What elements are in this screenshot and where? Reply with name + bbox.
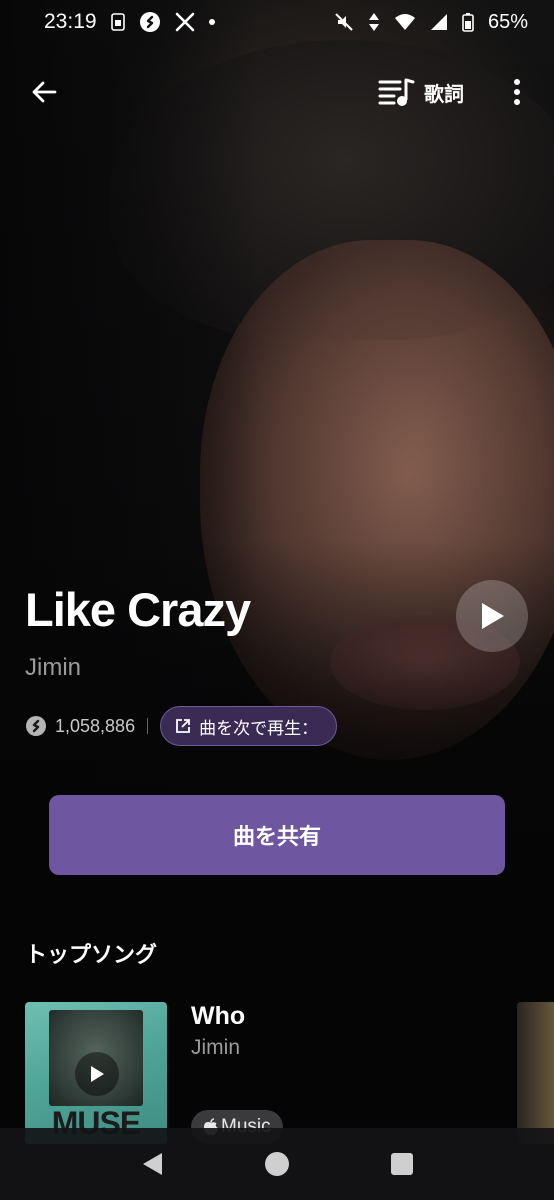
- shazam-count-value: 1,058,886: [55, 715, 136, 736]
- artist-name[interactable]: Jimin: [25, 654, 81, 682]
- status-bar: 23:19 65%: [0, 0, 554, 44]
- top-song-card[interactable]: MUSE Who Jimin Music: [25, 1002, 505, 1144]
- nav-back-button[interactable]: [132, 1144, 172, 1184]
- sim-card-icon: [110, 13, 125, 31]
- play-icon: [482, 603, 504, 629]
- battery-icon: [462, 12, 474, 32]
- shazam-icon: [139, 11, 161, 33]
- notification-dot-icon: [208, 19, 215, 25]
- system-nav-bar: [0, 1128, 554, 1200]
- x-logo-icon: [175, 12, 195, 32]
- signal-icon: [430, 13, 448, 31]
- top-songs-title: トップソング: [25, 943, 158, 968]
- status-right: 65%: [334, 11, 528, 34]
- status-left: 23:19: [44, 10, 215, 34]
- lyrics-button[interactable]: 歌詞: [378, 72, 464, 112]
- mute-icon: [334, 12, 354, 32]
- battery-percent: 65%: [487, 10, 528, 33]
- app-bar: 歌詞: [0, 60, 554, 124]
- external-link-icon: [176, 719, 190, 733]
- song-artist: Jimin: [191, 1036, 241, 1059]
- track-meta-row: 1,058,886 曲を次で再生：: [25, 706, 338, 746]
- lyrics-label: 歌詞: [424, 81, 464, 106]
- play-icon: [91, 1066, 104, 1082]
- more-button[interactable]: [500, 72, 534, 112]
- shazam-count-icon: [26, 716, 46, 736]
- play-next-chip[interactable]: 曲を次で再生：: [160, 706, 338, 746]
- album-play-button[interactable]: [75, 1052, 119, 1096]
- arrow-left-icon: [32, 81, 57, 103]
- nav-home-button[interactable]: [257, 1144, 297, 1184]
- share-song-button[interactable]: 曲を共有: [49, 795, 505, 875]
- album-art[interactable]: MUSE: [25, 1002, 167, 1144]
- meta-divider: [147, 718, 149, 734]
- nav-home-icon: [264, 1152, 289, 1176]
- play-next-label: 曲を次で再生：: [199, 718, 319, 739]
- shazam-count: 1,058,886: [25, 715, 135, 737]
- next-song-card-peek[interactable]: [517, 1002, 554, 1144]
- hero-artwork: [0, 0, 554, 900]
- status-time: 23:19: [44, 10, 97, 33]
- share-song-label: 曲を共有: [232, 825, 321, 850]
- back-button[interactable]: [22, 70, 66, 114]
- nav-recents-button[interactable]: [382, 1144, 422, 1184]
- song-title: Who: [191, 1002, 246, 1030]
- more-vertical-icon: [514, 79, 520, 105]
- data-arrows-icon: [368, 12, 380, 32]
- play-button[interactable]: [456, 580, 528, 652]
- track-title: Like Crazy: [25, 583, 251, 636]
- nav-recents-icon: [390, 1153, 413, 1175]
- nav-back-icon: [143, 1153, 163, 1175]
- lyrics-list-icon: [378, 78, 415, 106]
- wifi-icon: [394, 13, 416, 31]
